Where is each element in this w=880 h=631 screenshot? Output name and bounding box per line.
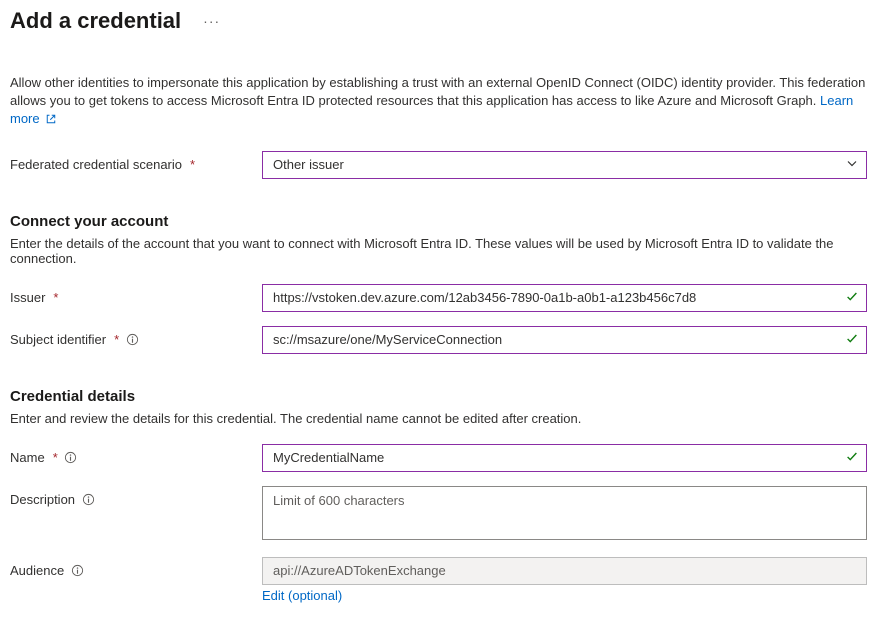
subject-row: Subject identifier * — [10, 326, 870, 354]
description-textarea[interactable] — [262, 486, 867, 540]
description-row: Description — [10, 486, 870, 543]
name-input[interactable] — [262, 444, 867, 472]
scenario-select[interactable]: Other issuer — [262, 151, 867, 179]
more-actions-button[interactable]: ··· — [197, 11, 226, 31]
intro-text: Allow other identities to impersonate th… — [10, 75, 865, 108]
audience-edit-link[interactable]: Edit (optional) — [262, 588, 342, 603]
page-title: Add a credential — [10, 8, 181, 34]
external-link-icon — [45, 112, 57, 130]
chevron-down-icon — [846, 157, 858, 172]
audience-row: Audience Edit (optional) — [10, 557, 870, 603]
scenario-label-text: Federated credential scenario — [10, 157, 182, 172]
name-label: Name * — [10, 444, 262, 465]
description-label: Description — [10, 486, 262, 507]
scenario-label: Federated credential scenario * — [10, 151, 262, 172]
connect-section-desc: Enter the details of the account that yo… — [10, 236, 870, 266]
connect-section-heading: Connect your account — [10, 213, 870, 230]
intro-text-block: Allow other identities to impersonate th… — [10, 74, 870, 131]
required-star: * — [190, 157, 195, 172]
info-icon[interactable] — [70, 563, 84, 577]
name-label-text: Name — [10, 450, 45, 465]
required-star: * — [114, 332, 119, 347]
name-row: Name * — [10, 444, 870, 472]
info-icon[interactable] — [81, 492, 95, 506]
audience-label: Audience — [10, 557, 262, 578]
info-icon[interactable] — [64, 450, 78, 464]
scenario-selected-value: Other issuer — [273, 157, 344, 172]
issuer-input[interactable] — [262, 284, 867, 312]
details-section-heading: Credential details — [10, 388, 870, 405]
details-section-desc: Enter and review the details for this cr… — [10, 411, 870, 426]
audience-label-text: Audience — [10, 563, 64, 578]
required-star: * — [53, 290, 58, 305]
description-label-text: Description — [10, 492, 75, 507]
subject-label-text: Subject identifier — [10, 332, 106, 347]
subject-input[interactable] — [262, 326, 867, 354]
required-star: * — [53, 450, 58, 465]
subject-label: Subject identifier * — [10, 326, 262, 347]
title-row: Add a credential ··· — [10, 8, 870, 34]
issuer-label: Issuer * — [10, 284, 262, 305]
info-icon[interactable] — [125, 332, 139, 346]
issuer-row: Issuer * — [10, 284, 870, 312]
scenario-row: Federated credential scenario * Other iss… — [10, 151, 870, 179]
issuer-label-text: Issuer — [10, 290, 45, 305]
audience-input — [262, 557, 867, 585]
